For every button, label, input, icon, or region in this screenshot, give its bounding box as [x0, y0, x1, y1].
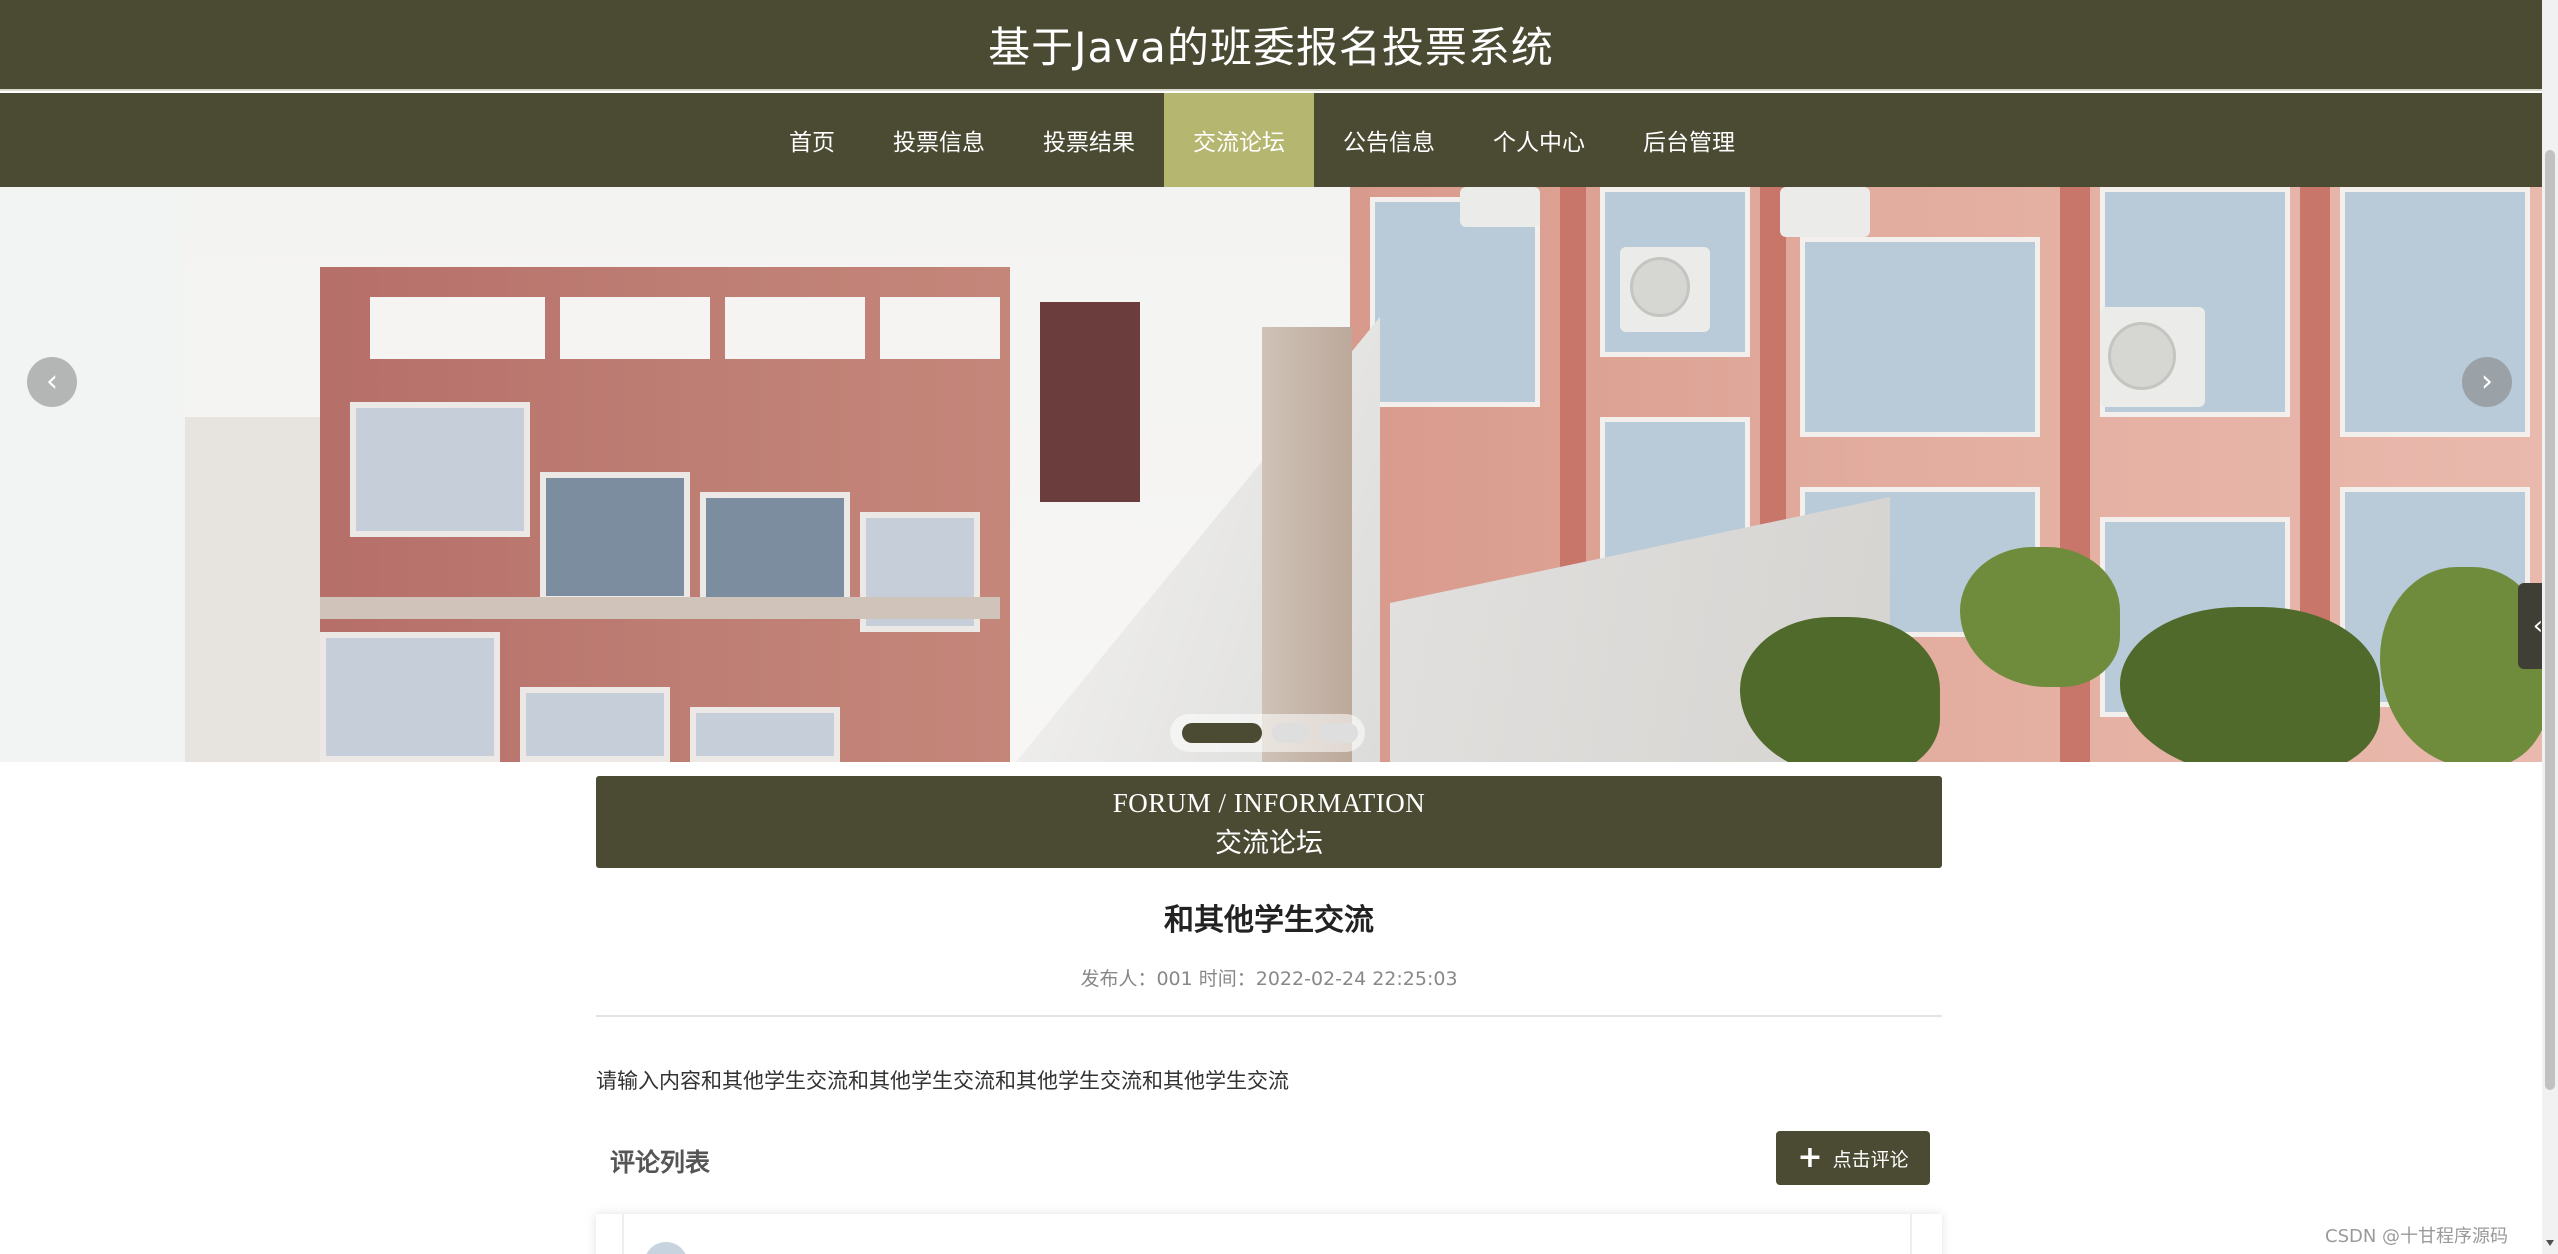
banner-ledge: [320, 597, 1000, 619]
post-meta: 发布人：001 时间：2022-02-24 22:25:03: [1080, 968, 1458, 990]
main-nav: 首页 投票信息 投票结果 交流论坛 公告信息 个人中心 后台管理: [0, 93, 2542, 187]
scroll-down-icon[interactable]: [2546, 1240, 2554, 1246]
banner-dot-3[interactable]: [1320, 723, 1358, 743]
nav-item-home[interactable]: 首页: [760, 93, 864, 187]
site-title: 基于Java的班委报名投票系统: [988, 23, 1554, 72]
banner-roof-opening: [370, 297, 545, 359]
post-title: 和其他学生交流: [1164, 903, 1374, 938]
banner-window: [350, 402, 530, 537]
comment-card-inner: [622, 1214, 1912, 1254]
banner-sky-left: [0, 187, 185, 762]
banner-tree: [2120, 607, 2380, 762]
banner-ac-fan: [2108, 322, 2176, 390]
section-title-en: FORUM / INFORMATION: [1112, 788, 1426, 818]
banner-pillar: [1262, 327, 1352, 762]
banner-ac-unit: [1780, 187, 1870, 237]
banner-roof-opening: [725, 297, 865, 359]
add-comment-button[interactable]: + 点击评论: [1776, 1131, 1930, 1185]
section-title-zh: 交流论坛: [1215, 828, 1323, 859]
banner-roof-opening: [560, 297, 710, 359]
post-content: 请输入内容和其他学生交流和其他学生交流和其他学生交流和其他学生交流: [596, 1069, 1289, 1093]
banner-window: [690, 707, 840, 762]
banner-tree: [1740, 617, 1940, 762]
nav-items: 首页 投票信息 投票结果 交流论坛 公告信息 个人中心 后台管理: [760, 93, 1764, 187]
site-header: 基于Java的班委报名投票系统: [0, 0, 2542, 91]
banner-carousel: ‹ ›: [0, 187, 2542, 762]
banner-prev-button[interactable]: ‹: [27, 357, 77, 407]
banner-ac-fan: [1630, 257, 1690, 317]
section-header: FORUM / INFORMATION 交流论坛: [596, 776, 1942, 868]
banner-dot-1[interactable]: [1182, 723, 1262, 743]
nav-item-admin[interactable]: 后台管理: [1614, 93, 1764, 187]
banner-window: [1800, 237, 2040, 437]
banner-window: [540, 472, 690, 602]
banner-dot-2[interactable]: [1272, 723, 1310, 743]
comment-card: [596, 1214, 1942, 1254]
comments-heading: 评论列表: [610, 1148, 711, 1177]
banner-window: [520, 687, 670, 762]
divider: [596, 1015, 1942, 1017]
banner-pagination: [1170, 714, 1365, 752]
scrollbar[interactable]: [2542, 0, 2558, 1254]
page: 基于Java的班委报名投票系统 首页 投票信息 投票结果 交流论坛 公告信息 个…: [0, 0, 2558, 1254]
avatar: [644, 1242, 688, 1254]
nav-item-personal-center[interactable]: 个人中心: [1464, 93, 1614, 187]
banner-roof-opening: [880, 297, 1000, 359]
nav-item-forum[interactable]: 交流论坛: [1164, 93, 1314, 187]
banner-dark-wall: [1040, 302, 1140, 502]
plus-icon: +: [1797, 1140, 1823, 1175]
nav-item-announcements[interactable]: 公告信息: [1314, 93, 1464, 187]
banner-window: [320, 632, 500, 762]
nav-item-vote-results[interactable]: 投票结果: [1014, 93, 1164, 187]
banner-next-button[interactable]: ›: [2462, 357, 2512, 407]
banner-window: [1370, 197, 1540, 407]
add-comment-label: 点击评论: [1832, 1148, 1909, 1171]
nav-item-vote-info[interactable]: 投票信息: [864, 93, 1014, 187]
scrollbar-thumb[interactable]: [2545, 150, 2555, 1090]
banner-ac-unit: [1460, 187, 1540, 227]
watermark: CSDN @十甘程序源码: [2325, 1226, 2509, 1247]
